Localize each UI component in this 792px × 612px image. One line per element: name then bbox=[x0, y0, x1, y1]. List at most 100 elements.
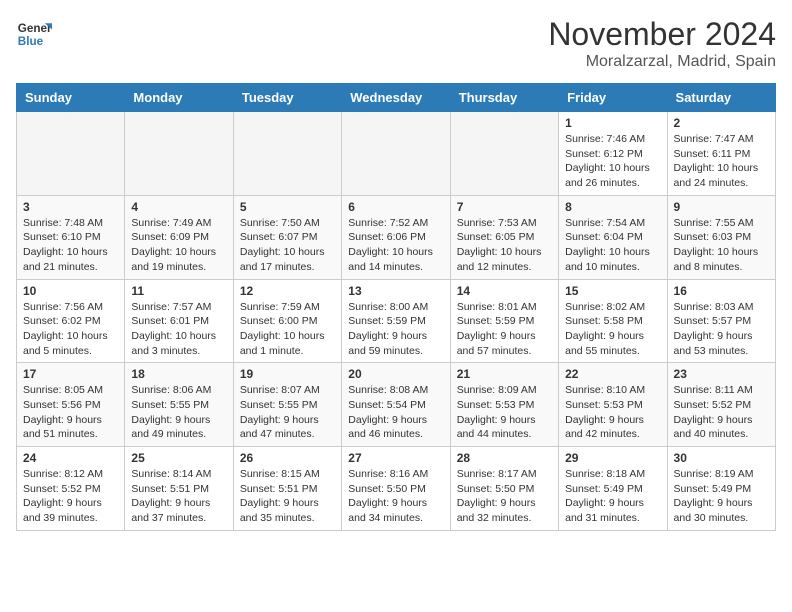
day-number: 30 bbox=[674, 451, 769, 465]
calendar-table: SundayMondayTuesdayWednesdayThursdayFrid… bbox=[16, 83, 776, 531]
day-number: 25 bbox=[131, 451, 226, 465]
location-title: Moralzarzal, Madrid, Spain bbox=[548, 53, 776, 71]
day-info: Sunrise: 7:56 AM Sunset: 6:02 PM Dayligh… bbox=[23, 300, 118, 359]
calendar-cell: 20 Sunrise: 8:08 AM Sunset: 5:54 PM Dayli… bbox=[342, 363, 450, 447]
calendar-cell: 10Sunrise: 7:56 AM Sunset: 6:02 PM Dayli… bbox=[17, 279, 125, 363]
day-info: Sunrise: 8:14 AM Sunset: 5:51 PM Dayligh… bbox=[131, 467, 226, 526]
day-info: Sunrise: 7:59 AM Sunset: 6:00 PM Dayligh… bbox=[240, 300, 335, 359]
day-info: Sunrise: 8:01 AM Sunset: 5:59 PM Dayligh… bbox=[457, 300, 552, 359]
day-info: Sunrise: 7:49 AM Sunset: 6:09 PM Dayligh… bbox=[131, 216, 226, 275]
day-number: 4 bbox=[131, 200, 226, 214]
day-number: 17 bbox=[23, 367, 118, 381]
day-number: 16 bbox=[674, 284, 769, 298]
day-number: 29 bbox=[565, 451, 660, 465]
calendar-cell: 19 Sunrise: 8:07 AM Sunset: 5:55 PM Dayli… bbox=[233, 363, 341, 447]
day-number: 5 bbox=[240, 200, 335, 214]
calendar-cell: 17 Sunrise: 8:05 AM Sunset: 5:56 PM Dayli… bbox=[17, 363, 125, 447]
calendar-week-2: 3Sunrise: 7:48 AM Sunset: 6:10 PM Daylig… bbox=[17, 195, 776, 279]
day-info: Sunrise: 8:17 AM Sunset: 5:50 PM Dayligh… bbox=[457, 467, 552, 526]
calendar-week-5: 24 Sunrise: 8:12 AM Sunset: 5:52 PM Dayli… bbox=[17, 447, 776, 531]
day-number: 18 bbox=[131, 367, 226, 381]
calendar-header-wednesday: Wednesday bbox=[342, 84, 450, 112]
day-number: 21 bbox=[457, 367, 552, 381]
day-info: Sunrise: 7:54 AM Sunset: 6:04 PM Dayligh… bbox=[565, 216, 660, 275]
calendar-cell: 30 Sunrise: 8:19 AM Sunset: 5:49 PM Dayli… bbox=[667, 447, 775, 531]
day-number: 13 bbox=[348, 284, 443, 298]
title-block: November 2024 Moralzarzal, Madrid, Spain bbox=[548, 16, 776, 71]
calendar-cell: 4 Sunrise: 7:49 AM Sunset: 6:09 PM Daylig… bbox=[125, 195, 233, 279]
day-info: Sunrise: 8:10 AM Sunset: 5:53 PM Dayligh… bbox=[565, 383, 660, 442]
day-info: Sunrise: 7:55 AM Sunset: 6:03 PM Dayligh… bbox=[674, 216, 769, 275]
day-number: 28 bbox=[457, 451, 552, 465]
day-info: Sunrise: 8:08 AM Sunset: 5:54 PM Dayligh… bbox=[348, 383, 443, 442]
day-info: Sunrise: 7:53 AM Sunset: 6:05 PM Dayligh… bbox=[457, 216, 552, 275]
day-number: 19 bbox=[240, 367, 335, 381]
day-info: Sunrise: 7:52 AM Sunset: 6:06 PM Dayligh… bbox=[348, 216, 443, 275]
calendar-header-tuesday: Tuesday bbox=[233, 84, 341, 112]
day-info: Sunrise: 7:46 AM Sunset: 6:12 PM Dayligh… bbox=[565, 132, 660, 191]
day-info: Sunrise: 8:06 AM Sunset: 5:55 PM Dayligh… bbox=[131, 383, 226, 442]
day-info: Sunrise: 7:50 AM Sunset: 6:07 PM Dayligh… bbox=[240, 216, 335, 275]
calendar-header-saturday: Saturday bbox=[667, 84, 775, 112]
calendar-cell: 15 Sunrise: 8:02 AM Sunset: 5:58 PM Dayli… bbox=[559, 279, 667, 363]
calendar-cell: 7 Sunrise: 7:53 AM Sunset: 6:05 PM Daylig… bbox=[450, 195, 558, 279]
day-info: Sunrise: 7:57 AM Sunset: 6:01 PM Dayligh… bbox=[131, 300, 226, 359]
calendar-cell: 13 Sunrise: 8:00 AM Sunset: 5:59 PM Dayli… bbox=[342, 279, 450, 363]
day-number: 8 bbox=[565, 200, 660, 214]
calendar-cell: 12 Sunrise: 7:59 AM Sunset: 6:00 PM Dayli… bbox=[233, 279, 341, 363]
calendar-cell: 5 Sunrise: 7:50 AM Sunset: 6:07 PM Daylig… bbox=[233, 195, 341, 279]
day-info: Sunrise: 8:16 AM Sunset: 5:50 PM Dayligh… bbox=[348, 467, 443, 526]
calendar-cell bbox=[17, 112, 125, 196]
calendar-cell: 29 Sunrise: 8:18 AM Sunset: 5:49 PM Dayli… bbox=[559, 447, 667, 531]
day-number: 27 bbox=[348, 451, 443, 465]
calendar-header-sunday: Sunday bbox=[17, 84, 125, 112]
calendar-cell: 16 Sunrise: 8:03 AM Sunset: 5:57 PM Dayli… bbox=[667, 279, 775, 363]
calendar-cell: 9 Sunrise: 7:55 AM Sunset: 6:03 PM Daylig… bbox=[667, 195, 775, 279]
calendar-cell bbox=[125, 112, 233, 196]
day-info: Sunrise: 8:07 AM Sunset: 5:55 PM Dayligh… bbox=[240, 383, 335, 442]
calendar-cell: 28 Sunrise: 8:17 AM Sunset: 5:50 PM Dayli… bbox=[450, 447, 558, 531]
calendar-cell: 27 Sunrise: 8:16 AM Sunset: 5:50 PM Dayli… bbox=[342, 447, 450, 531]
day-number: 15 bbox=[565, 284, 660, 298]
logo: General Blue bbox=[16, 16, 52, 52]
logo-icon: General Blue bbox=[16, 16, 52, 52]
day-number: 6 bbox=[348, 200, 443, 214]
calendar-cell: 18 Sunrise: 8:06 AM Sunset: 5:55 PM Dayli… bbox=[125, 363, 233, 447]
month-title: November 2024 bbox=[548, 16, 776, 53]
day-number: 20 bbox=[348, 367, 443, 381]
calendar-cell: 11Sunrise: 7:57 AM Sunset: 6:01 PM Dayli… bbox=[125, 279, 233, 363]
day-number: 2 bbox=[674, 116, 769, 130]
day-info: Sunrise: 8:15 AM Sunset: 5:51 PM Dayligh… bbox=[240, 467, 335, 526]
calendar-cell: 1 Sunrise: 7:46 AM Sunset: 6:12 PM Daylig… bbox=[559, 112, 667, 196]
day-info: Sunrise: 8:12 AM Sunset: 5:52 PM Dayligh… bbox=[23, 467, 118, 526]
day-info: Sunrise: 8:03 AM Sunset: 5:57 PM Dayligh… bbox=[674, 300, 769, 359]
calendar-cell bbox=[342, 112, 450, 196]
calendar-cell: 3Sunrise: 7:48 AM Sunset: 6:10 PM Daylig… bbox=[17, 195, 125, 279]
calendar-cell: 24 Sunrise: 8:12 AM Sunset: 5:52 PM Dayli… bbox=[17, 447, 125, 531]
day-number: 9 bbox=[674, 200, 769, 214]
day-info: Sunrise: 8:18 AM Sunset: 5:49 PM Dayligh… bbox=[565, 467, 660, 526]
day-number: 23 bbox=[674, 367, 769, 381]
calendar-week-1: 1 Sunrise: 7:46 AM Sunset: 6:12 PM Daylig… bbox=[17, 112, 776, 196]
calendar-cell: 2Sunrise: 7:47 AM Sunset: 6:11 PM Daylig… bbox=[667, 112, 775, 196]
calendar-cell bbox=[450, 112, 558, 196]
day-info: Sunrise: 8:11 AM Sunset: 5:52 PM Dayligh… bbox=[674, 383, 769, 442]
day-number: 1 bbox=[565, 116, 660, 130]
calendar-cell bbox=[233, 112, 341, 196]
calendar-week-4: 17 Sunrise: 8:05 AM Sunset: 5:56 PM Dayli… bbox=[17, 363, 776, 447]
day-number: 7 bbox=[457, 200, 552, 214]
day-info: Sunrise: 8:19 AM Sunset: 5:49 PM Dayligh… bbox=[674, 467, 769, 526]
day-info: Sunrise: 8:09 AM Sunset: 5:53 PM Dayligh… bbox=[457, 383, 552, 442]
day-info: Sunrise: 8:00 AM Sunset: 5:59 PM Dayligh… bbox=[348, 300, 443, 359]
calendar-header-monday: Monday bbox=[125, 84, 233, 112]
day-info: Sunrise: 8:05 AM Sunset: 5:56 PM Dayligh… bbox=[23, 383, 118, 442]
day-number: 24 bbox=[23, 451, 118, 465]
day-info: Sunrise: 7:48 AM Sunset: 6:10 PM Dayligh… bbox=[23, 216, 118, 275]
calendar-header-thursday: Thursday bbox=[450, 84, 558, 112]
calendar-cell: 26Sunrise: 8:15 AM Sunset: 5:51 PM Dayli… bbox=[233, 447, 341, 531]
calendar-cell: 23 Sunrise: 8:11 AM Sunset: 5:52 PM Dayli… bbox=[667, 363, 775, 447]
calendar-week-3: 10Sunrise: 7:56 AM Sunset: 6:02 PM Dayli… bbox=[17, 279, 776, 363]
day-number: 12 bbox=[240, 284, 335, 298]
day-number: 22 bbox=[565, 367, 660, 381]
day-info: Sunrise: 8:02 AM Sunset: 5:58 PM Dayligh… bbox=[565, 300, 660, 359]
